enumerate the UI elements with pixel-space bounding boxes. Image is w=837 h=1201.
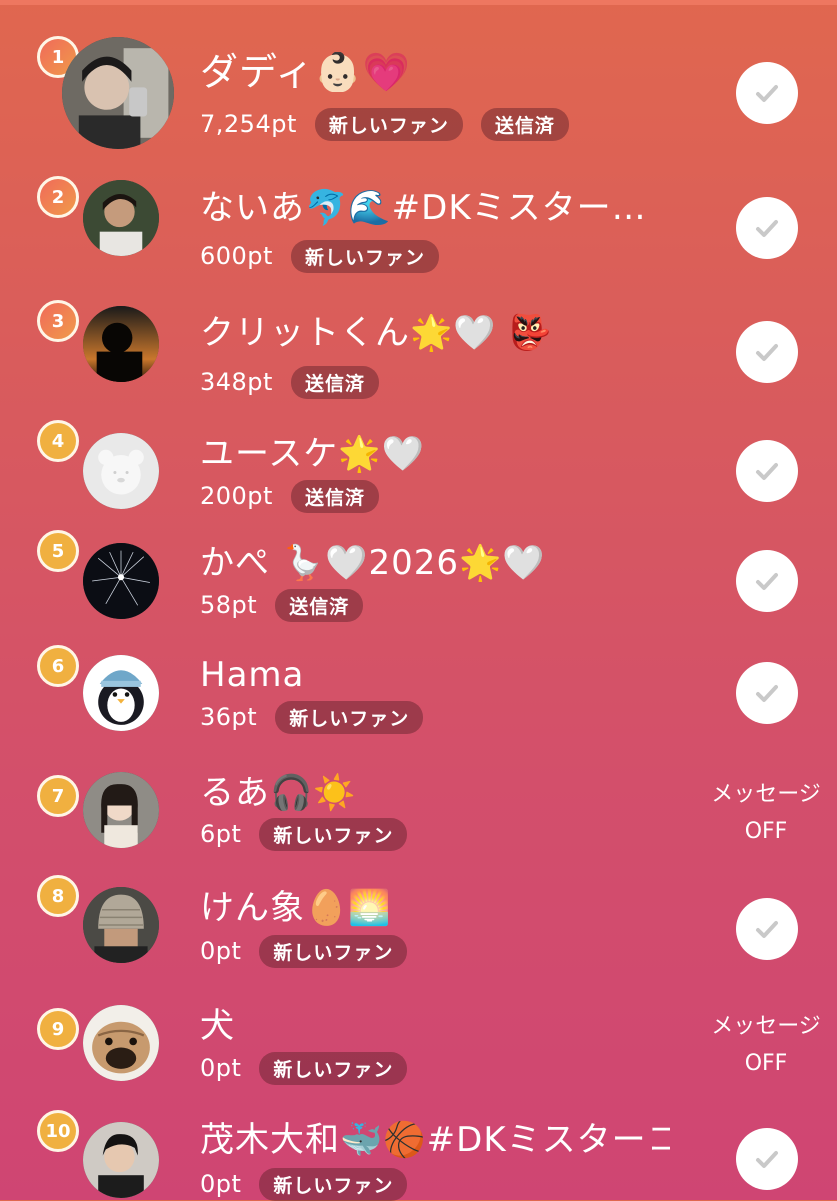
fan-meta: 200pt 送信済 [200, 479, 379, 513]
new-fan-badge: 新しいファン [290, 239, 439, 273]
points-value: 0pt [200, 1054, 242, 1082]
check-icon [756, 85, 778, 102]
avatar[interactable] [83, 306, 159, 382]
new-fan-badge: 新しいファン [275, 700, 424, 734]
points-value: 36pt [200, 703, 258, 731]
check-icon [756, 1151, 778, 1168]
check-icon [756, 685, 778, 702]
message-off-line1: メッセージ [711, 782, 821, 807]
send-check-button[interactable] [736, 197, 798, 259]
points-value: 6pt [200, 820, 242, 848]
rank-badge: 5 [37, 530, 79, 572]
points-value: 200pt [200, 482, 273, 510]
new-fan-badge: 新しいファン [314, 107, 463, 141]
message-off-label: メッセージ OFF [702, 776, 830, 850]
send-check-button[interactable] [736, 898, 798, 960]
fan-meta: 0pt 新しいファン [200, 1051, 408, 1085]
fan-name[interactable]: けん象🥚🌅 [200, 888, 392, 928]
fan-name[interactable]: Hama [200, 655, 304, 695]
avatar[interactable] [83, 1005, 159, 1081]
send-check-button[interactable] [736, 62, 798, 124]
rank-badge: 8 [37, 875, 79, 917]
points-value: 7,254pt [200, 110, 297, 138]
fan-meta: 36pt 新しいファン [200, 700, 424, 734]
top-divider [0, 0, 837, 5]
avatar[interactable] [83, 887, 159, 963]
fan-meta: 7,254pt 新しいファン 送信済 [200, 107, 569, 141]
avatar[interactable] [83, 180, 159, 256]
fan-name[interactable]: かぺ 🪿🤍2026🌟🤍 [200, 543, 546, 583]
avatar[interactable] [83, 1122, 159, 1198]
send-check-button[interactable] [736, 550, 798, 612]
check-icon [756, 220, 778, 237]
send-check-button[interactable] [736, 662, 798, 724]
new-fan-badge: 新しいファン [259, 934, 408, 968]
check-icon [756, 573, 778, 590]
fan-meta: 6pt 新しいファン [200, 817, 408, 851]
fan-name[interactable]: 犬 [200, 1006, 235, 1046]
fan-meta: 58pt 送信済 [200, 588, 364, 622]
points-value: 348pt [200, 368, 273, 396]
fan-meta: 348pt 送信済 [200, 365, 379, 399]
fan-meta: 0pt 新しいファン [200, 934, 408, 968]
message-off-line2: OFF [744, 819, 788, 844]
fan-meta: 600pt 新しいファン [200, 239, 439, 273]
new-fan-badge: 新しいファン [259, 1167, 408, 1201]
sent-badge: 送信済 [290, 365, 379, 399]
avatar[interactable] [83, 655, 159, 731]
avatar[interactable] [62, 37, 174, 149]
points-value: 0pt [200, 937, 242, 965]
check-icon [756, 921, 778, 938]
send-check-button[interactable] [736, 1128, 798, 1190]
fan-meta: 0pt 新しいファン [200, 1167, 408, 1201]
points-value: 0pt [200, 1170, 242, 1198]
avatar[interactable] [83, 772, 159, 848]
rank-badge: 3 [37, 300, 79, 342]
fan-name[interactable]: クリットくん🌟🤍 👺 [200, 313, 552, 353]
fan-name[interactable]: ないあ🐬🌊#DKミスター… [200, 188, 647, 228]
check-icon [756, 463, 778, 480]
points-value: 600pt [200, 242, 273, 270]
send-check-button[interactable] [736, 440, 798, 502]
points-value: 58pt [200, 591, 258, 619]
message-off-line2: OFF [744, 1051, 788, 1076]
message-off-line1: メッセージ [711, 1014, 821, 1039]
fan-name[interactable]: 茂木大和🐳🏀#DKミスターコン [200, 1120, 670, 1160]
send-check-button[interactable] [736, 321, 798, 383]
fan-name[interactable]: ダディ👶🏻💗 [200, 52, 411, 92]
rank-badge: 2 [37, 176, 79, 218]
avatar[interactable] [83, 433, 159, 509]
fan-name[interactable]: ユースケ🌟🤍 [200, 434, 425, 474]
rank-badge: 4 [37, 420, 79, 462]
rank-badge: 10 [37, 1110, 79, 1152]
rank-badge: 9 [37, 1008, 79, 1050]
rank-badge: 6 [37, 645, 79, 687]
avatar[interactable] [83, 543, 159, 619]
sent-badge: 送信済 [480, 107, 569, 141]
new-fan-badge: 新しいファン [259, 1051, 408, 1085]
message-off-label: メッセージ OFF [702, 1008, 830, 1082]
sent-badge: 送信済 [290, 479, 379, 513]
check-icon [756, 344, 778, 361]
sent-badge: 送信済 [275, 588, 364, 622]
new-fan-badge: 新しいファン [259, 817, 408, 851]
rank-badge: 7 [37, 775, 79, 817]
fan-name[interactable]: るあ🎧☀️ [200, 773, 357, 813]
